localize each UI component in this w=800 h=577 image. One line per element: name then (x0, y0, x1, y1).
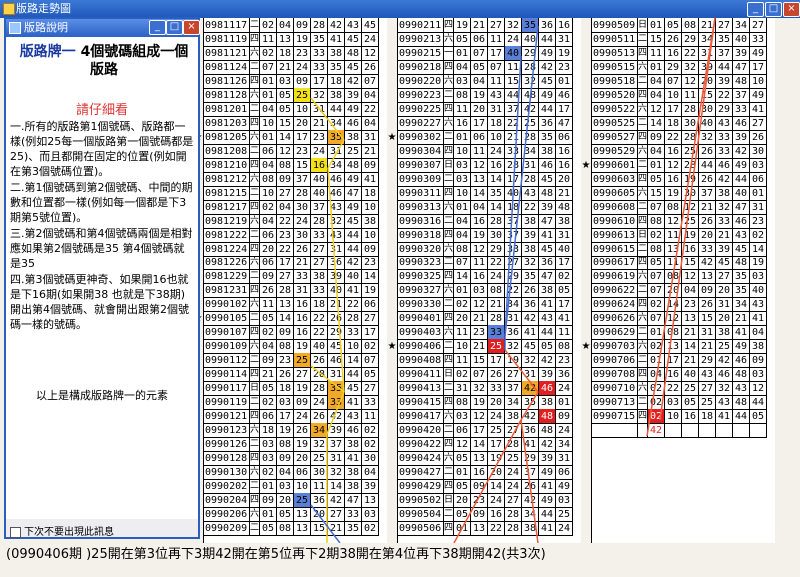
dialog-icon (9, 22, 21, 34)
explanation-dialog: 版路說明 _ □ × 版路牌一 4個號碼組成一個版路 請仔細看 一.所有的版路第… (4, 17, 200, 539)
trend-line (659, 17, 716, 421)
trend-line (327, 139, 345, 169)
dont-show-again-checkbox[interactable] (10, 526, 21, 538)
dialog-close-button[interactable]: × (183, 20, 200, 35)
rule-item: 三.第2個號碼和第4個號碼兩個是相對應如果第2個號碼是35 第4個號碼就是35 (10, 227, 193, 270)
trend-line (326, 391, 345, 435)
dialog-title: 版路說明 (24, 21, 68, 34)
rule-item: 四.第3個號碼更神奇、如果開16也就是下16期(如果開38 也就是下38期)開出… (10, 273, 189, 331)
dont-show-again-option[interactable]: 下次不要出現此訊息 (10, 523, 114, 538)
trend-line (327, 167, 345, 393)
trend-line (646, 17, 716, 437)
rule-list: 一.所有的版路第1個號碼、版路都一樣(例如25每一個版路第一個號碼都是25)、而… (10, 119, 194, 333)
trend-line (453, 419, 522, 544)
dialog-conclusion: 以上是構成版路牌一的元素 (36, 389, 168, 402)
dialog-heading: 版路牌一 4個號碼組成一個版路 (14, 43, 194, 79)
dialog-minimize-button[interactable]: _ (149, 20, 166, 35)
trend-line (520, 391, 539, 421)
status-bar: (0990406期 )25開在第3位再下3期42開在第5位再下2期38開在第4位… (0, 543, 800, 577)
trend-line (504, 25, 539, 337)
trend-line (504, 349, 539, 393)
heading-description: 4個號碼組成一個版路 (80, 44, 189, 78)
trend-line (504, 55, 522, 337)
dialog-body: 版路牌一 4個號碼組成一個版路 請仔細看 一.所有的版路第1個號碼、版路都一樣(… (6, 37, 198, 519)
trend-line (310, 504, 341, 544)
dialog-titlebar: 版路說明 _ □ × (6, 19, 200, 37)
rule-item: 二.第1個號碼到第2個號碼、中間的期數和位置都一樣(例如每一個都是下3期第5號位… (10, 181, 193, 224)
heading-pattern-name: 版路牌一 (19, 44, 76, 60)
dialog-subheading: 請仔細看 (75, 103, 128, 118)
dialog-maximize-button[interactable]: □ (166, 20, 183, 35)
trend-line (310, 97, 345, 141)
rule-item: 一.所有的版路第1個號碼、版路都一樣(例如25每一個版路第一個號碼都是25)、而… (10, 120, 194, 178)
trend-line (520, 419, 539, 544)
trend-line (310, 365, 345, 393)
dont-show-again-label: 下次不要出現此訊息 (24, 527, 114, 538)
